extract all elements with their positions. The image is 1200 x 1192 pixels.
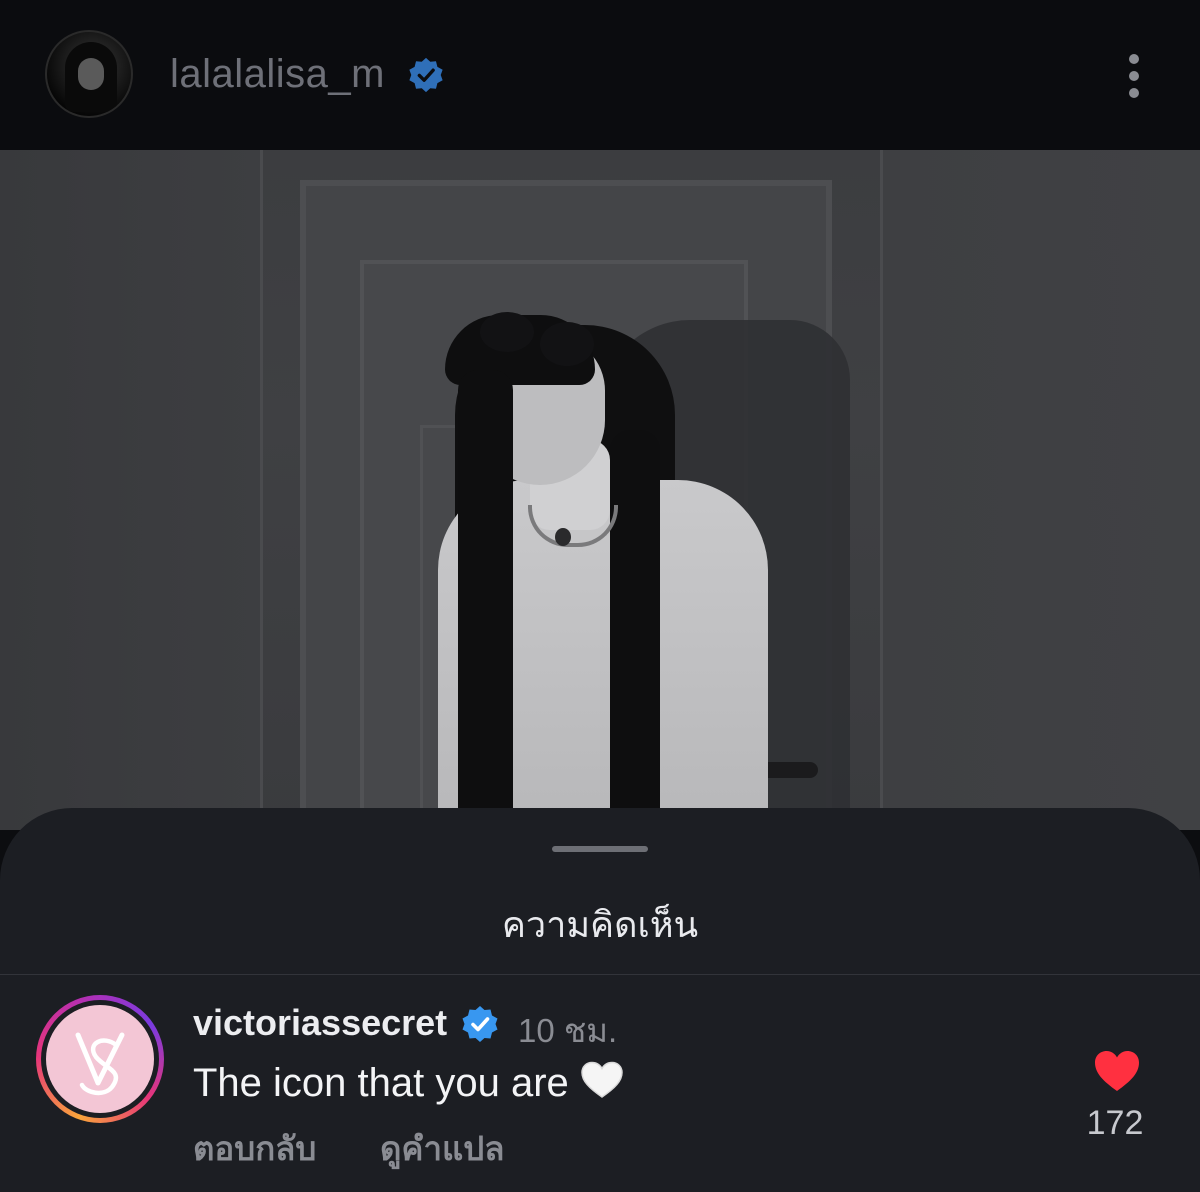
post-image[interactable] xyxy=(0,150,1200,830)
like-count: 172 xyxy=(1086,1104,1144,1142)
comment-timestamp: 10 ชม. xyxy=(518,1012,618,1049)
reply-button[interactable]: ตอบกลับ xyxy=(193,1122,316,1175)
post-header: lalalalisa_m xyxy=(0,0,1200,150)
avatar-face xyxy=(78,58,104,90)
verified-badge-icon xyxy=(462,1006,498,1042)
comments-sheet: ความคิดเห็น victoriassecret 10 ชม. The i… xyxy=(0,808,1200,1192)
sheet-title: ความคิดเห็น xyxy=(501,904,699,945)
see-translation-button[interactable]: ดูคำแปล xyxy=(380,1122,504,1175)
vs-logo-icon xyxy=(75,1032,125,1096)
commenter-avatar[interactable] xyxy=(46,1005,154,1113)
sheet-drag-handle[interactable] xyxy=(552,846,648,852)
white-heart-emoji-icon xyxy=(581,1061,623,1098)
profile-username[interactable]: lalalalisa_m xyxy=(170,52,385,97)
like-heart-icon[interactable] xyxy=(1092,1048,1142,1094)
verified-badge-icon xyxy=(409,57,443,93)
divider xyxy=(0,974,1200,975)
commenter-username[interactable]: victoriassecret xyxy=(193,1002,447,1044)
comment-text: The icon that you are xyxy=(193,1060,625,1106)
more-options-icon[interactable] xyxy=(1120,52,1150,100)
comment-body: The icon that you are xyxy=(193,1061,569,1105)
profile-avatar[interactable] xyxy=(45,30,133,118)
